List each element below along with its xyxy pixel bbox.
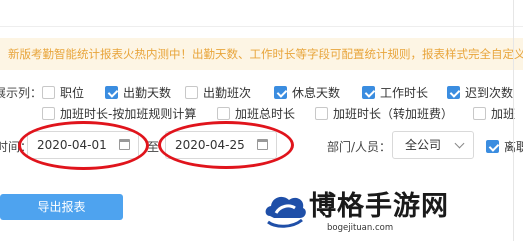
include-resigned-option[interactable]: 离职: [486, 138, 523, 155]
watermark-title: 博格手游网: [309, 191, 449, 222]
checkbox[interactable]: [447, 86, 460, 99]
column-option-overtime-more[interactable]: 加班: [473, 105, 515, 122]
cloud-logo-icon: [265, 196, 306, 228]
checkbox[interactable]: [105, 86, 118, 99]
column-option-attendance-days[interactable]: 出勤天数: [105, 84, 171, 101]
checkbox[interactable]: [274, 86, 287, 99]
column-option-overtime-by-rule[interactable]: 加班时长-按加班规则计算: [42, 105, 196, 122]
column-option-position[interactable]: 职位: [42, 84, 84, 101]
checkbox[interactable]: [42, 86, 55, 99]
column-option-overtime-pay[interactable]: 加班时长（转加班费）: [315, 105, 453, 122]
column-option-overtime-total[interactable]: 加班总时长: [217, 105, 295, 122]
notice-banner: 新版考勤智能统计报表火热内测中！出勤天数、工作时长等字段可配置统计规则，报表样式…: [0, 38, 523, 70]
checkbox[interactable]: [217, 107, 230, 120]
checkbox[interactable]: [473, 107, 486, 120]
column-option-attendance-shifts[interactable]: 出勤班次: [185, 84, 251, 101]
column-option-work-hours[interactable]: 工作时长: [362, 84, 428, 101]
columns-label: 展示列：: [0, 86, 43, 100]
department-select[interactable]: 全公司: [392, 131, 474, 159]
checkbox[interactable]: [315, 107, 328, 120]
column-option-late-count[interactable]: 迟到次数: [447, 84, 513, 101]
panel-divider: [513, 0, 514, 241]
notice-text: 新版考勤智能统计报表火热内测中！出勤天数、工作时长等字段可配置统计规则，报表样式…: [8, 47, 523, 61]
highlight-circle: [18, 121, 149, 170]
checkbox[interactable]: [486, 140, 499, 153]
dept-label: 部门/人员：: [327, 140, 392, 154]
watermark-url: bogejituan.com: [327, 223, 394, 233]
checkbox[interactable]: [185, 86, 198, 99]
top-bar: [0, 0, 523, 27]
checkbox[interactable]: [42, 107, 55, 120]
highlight-circle: [158, 121, 294, 169]
export-report-button[interactable]: 导出报表: [0, 194, 123, 220]
column-option-rest-days[interactable]: 休息天数: [274, 84, 340, 101]
chevron-down-icon: [454, 138, 465, 149]
checkbox[interactable]: [362, 86, 375, 99]
